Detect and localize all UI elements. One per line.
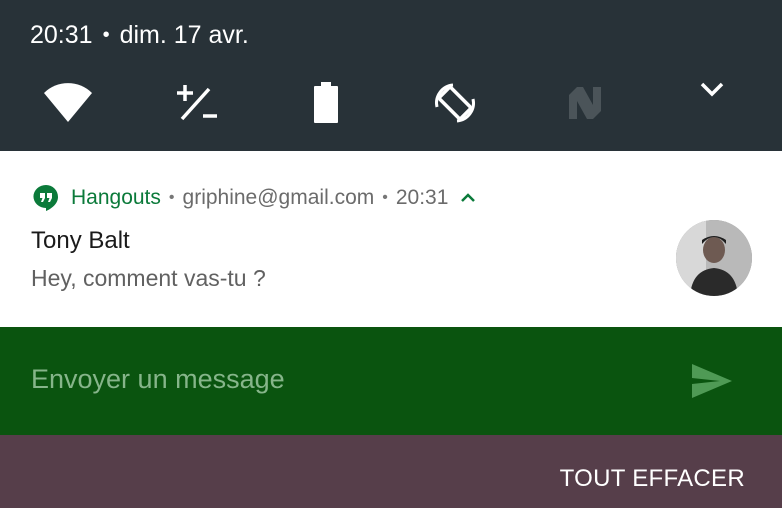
app-name: Hangouts [71, 186, 161, 209]
data-saver-tile[interactable] [172, 78, 222, 128]
nfc-tile[interactable] [560, 78, 610, 128]
reply-bar [0, 327, 782, 435]
auto-rotate-icon [435, 83, 475, 123]
chevron-down-icon [700, 82, 724, 97]
account-email: griphine@gmail.com [182, 186, 375, 209]
battery-tile[interactable] [301, 78, 351, 128]
chevron-up-icon [461, 193, 476, 202]
avatar [676, 220, 752, 296]
avatar-icon [676, 220, 752, 296]
clock: 20:31 [30, 20, 93, 49]
notification-time: 20:31 [395, 186, 449, 209]
data-saver-icon [177, 85, 217, 121]
notification-header: Hangouts • griphine@gmail.com • 20:31 [33, 181, 476, 215]
quick-settings-panel: 20:31 • dim. 17 avr. [0, 0, 782, 151]
message-preview: Hey, comment vas-tu ? [31, 265, 266, 291]
sender-name: Tony Balt [31, 227, 130, 254]
date[interactable]: dim. 17 avr. [120, 21, 249, 50]
battery-icon [314, 82, 338, 123]
send-icon [692, 364, 732, 398]
send-button[interactable] [690, 359, 734, 403]
hangouts-icon [33, 185, 58, 211]
wifi-icon [44, 83, 92, 122]
hangouts-notification[interactable]: Hangouts • griphine@gmail.com • 20:31 To… [0, 151, 782, 327]
auto-rotate-tile[interactable] [430, 78, 480, 128]
collapse-button[interactable] [460, 193, 476, 203]
wifi-tile[interactable] [43, 78, 93, 128]
reply-input[interactable] [31, 359, 631, 399]
header-separator: • [382, 189, 388, 206]
clear-all-button[interactable]: TOUT EFFACER [560, 465, 745, 493]
status-row: 20:31 • dim. 17 avr. [30, 17, 249, 53]
quick-settings-tiles [0, 78, 782, 128]
expand-button[interactable] [687, 64, 737, 114]
nfc-icon [569, 87, 601, 119]
header-separator: • [168, 189, 175, 206]
status-separator: • [102, 23, 110, 46]
